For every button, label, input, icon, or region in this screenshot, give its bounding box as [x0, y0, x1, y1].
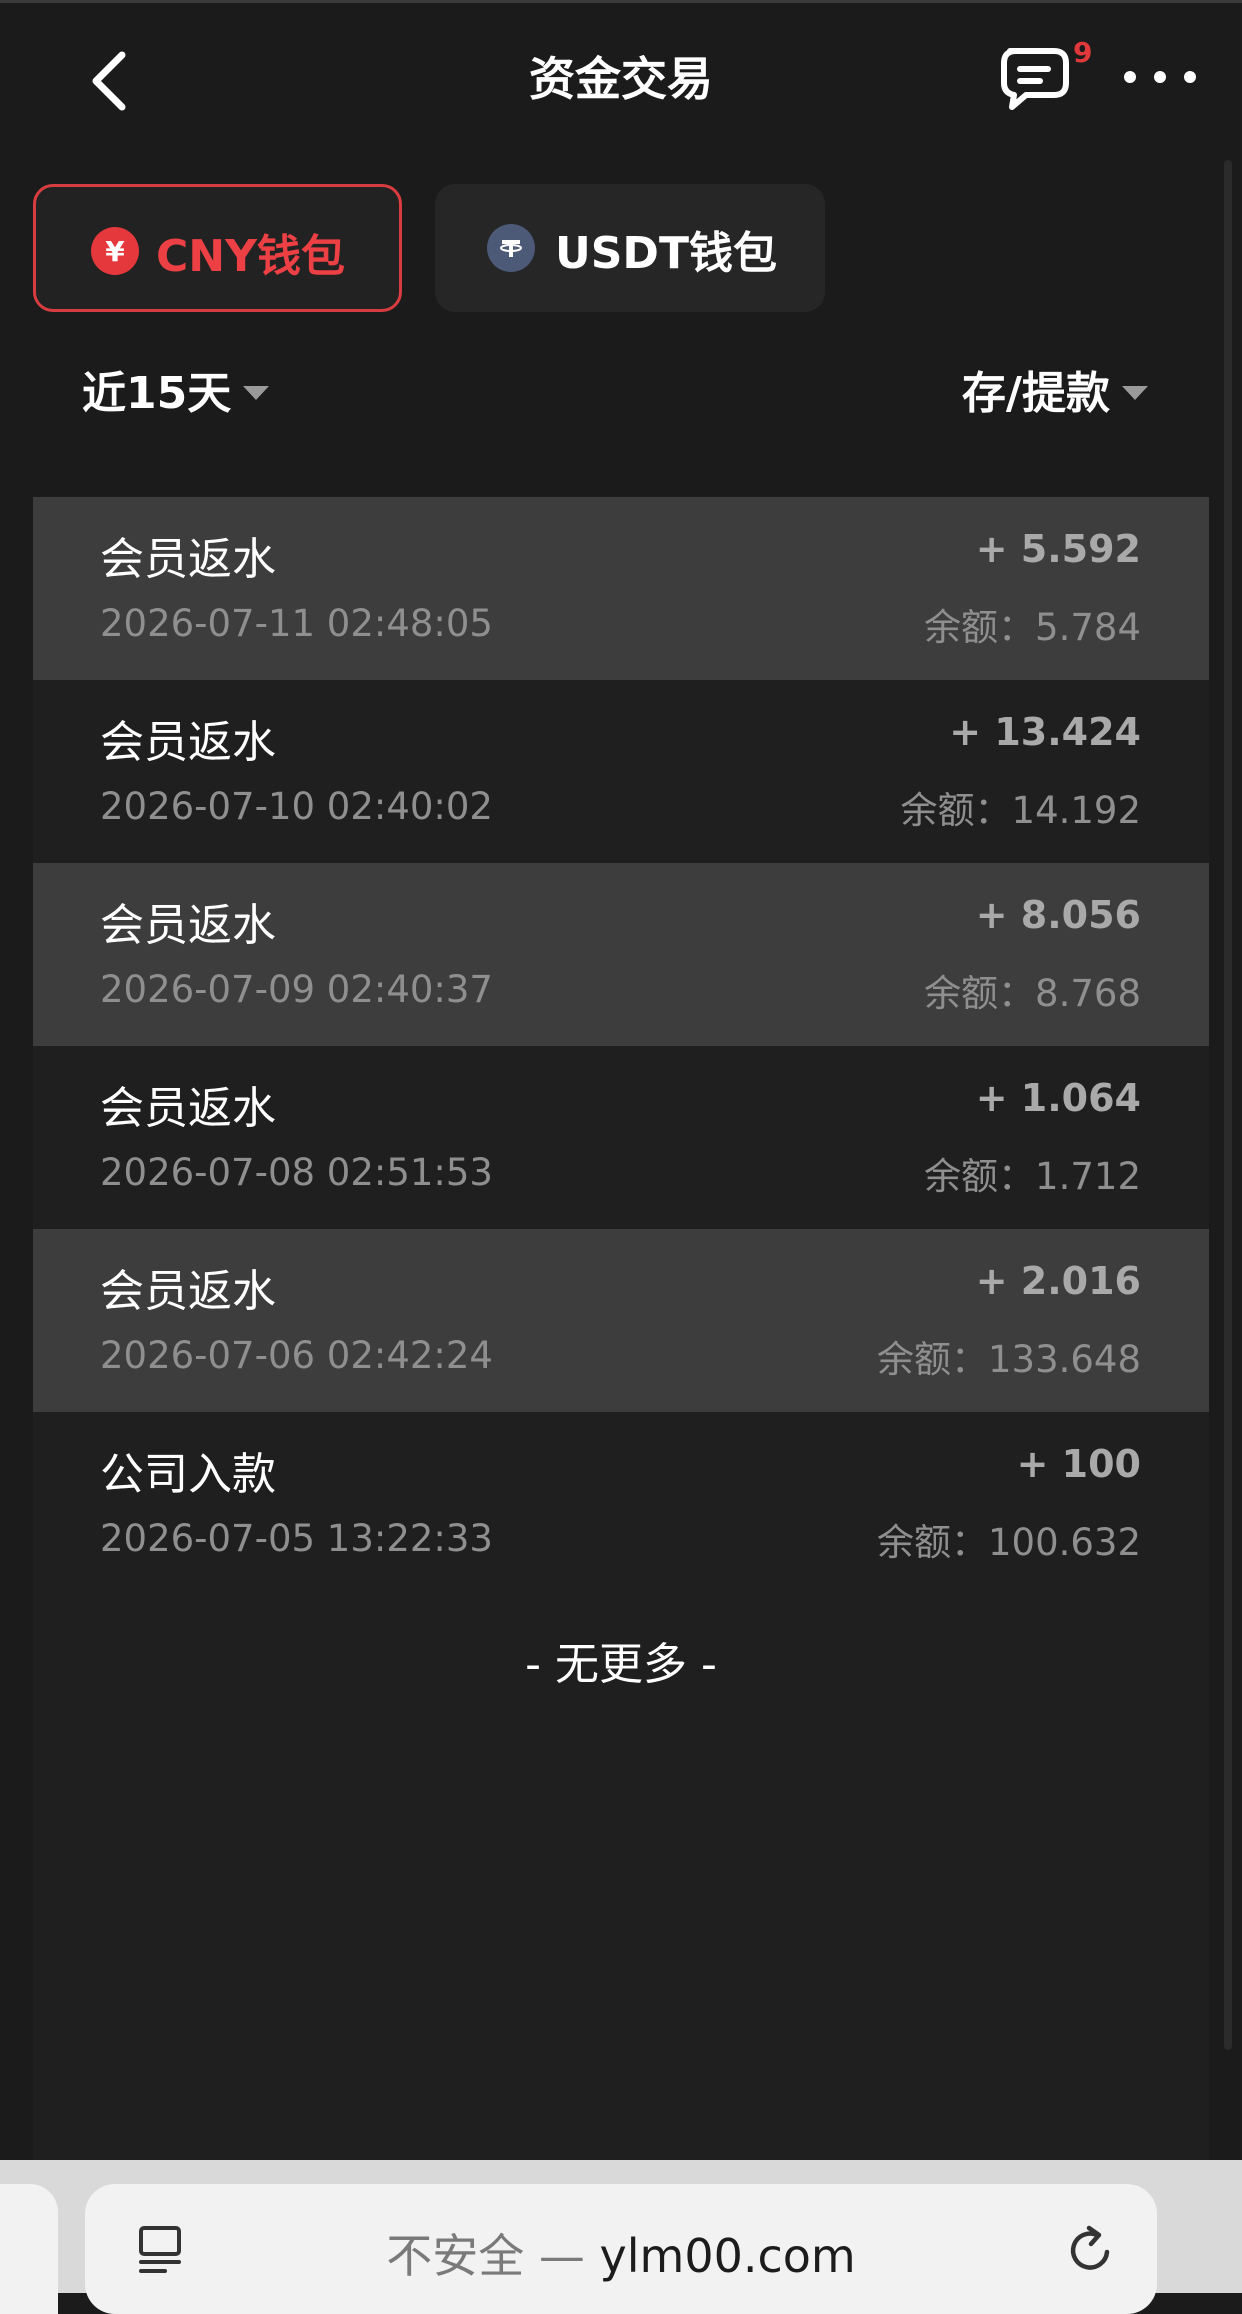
transaction-row[interactable]: 会员返水 2026-07-10 02:40:02 + 13.424 余额：14.…	[33, 680, 1209, 863]
transaction-balance: 余额：133.648	[876, 1338, 1141, 1381]
tether-coin-icon	[487, 224, 535, 272]
transaction-type-filter[interactable]: 存/提款	[962, 357, 1148, 421]
message-count-badge: 9	[1073, 36, 1093, 69]
transaction-time: 2026-07-06 02:42:24	[100, 1334, 493, 1377]
transaction-balance: 余额：100.632	[876, 1521, 1141, 1564]
header: 资金交易 9	[0, 3, 1242, 153]
insecure-label: 不安全	[386, 2229, 525, 2283]
caret-down-icon	[1122, 386, 1148, 400]
transaction-row[interactable]: 公司入款 2026-07-05 13:22:33 + 100 余额：100.63…	[33, 1412, 1209, 1595]
no-more-indicator: - 无更多 -	[525, 1639, 717, 1690]
transaction-time: 2026-07-09 02:40:37	[100, 968, 493, 1011]
transaction-amount: + 8.056	[975, 893, 1141, 937]
transaction-row[interactable]: 会员返水 2026-07-09 02:40:37 + 8.056 余额：8.76…	[33, 863, 1209, 1046]
url-separator: —	[524, 2229, 600, 2283]
date-range-filter[interactable]: 近15天	[82, 357, 270, 421]
transaction-amount: + 1.064	[975, 1076, 1141, 1120]
transaction-balance: 余额：5.784	[924, 606, 1141, 649]
transaction-name: 会员返水	[100, 900, 276, 951]
transaction-name: 会员返水	[100, 1266, 276, 1317]
tab-cny-wallet-label: CNY钱包	[156, 231, 345, 282]
transaction-row[interactable]: 会员返水 2026-07-11 02:48:05 + 5.592 余额：5.78…	[33, 497, 1209, 680]
address-bar[interactable]: 不安全 — ylm00.com	[85, 2184, 1157, 2314]
transaction-name: 公司入款	[100, 1449, 276, 1500]
transaction-balance: 余额：1.712	[924, 1155, 1141, 1198]
transaction-balance: 余额：14.192	[900, 789, 1141, 832]
transaction-name: 会员返水	[100, 1083, 276, 1134]
previous-tab-edge[interactable]	[0, 2184, 58, 2314]
date-range-label: 近15天	[82, 368, 232, 419]
url-text[interactable]: 不安全 — ylm00.com	[85, 2220, 1157, 2286]
transaction-row[interactable]: 会员返水 2026-07-06 02:42:24 + 2.016 余额：133.…	[33, 1229, 1209, 1412]
caret-down-icon	[243, 386, 270, 400]
transaction-amount: + 2.016	[975, 1259, 1141, 1303]
transaction-name: 会员返水	[100, 717, 276, 768]
scrollbar[interactable]	[1224, 160, 1232, 2050]
transaction-time: 2026-07-11 02:48:05	[100, 602, 493, 645]
transaction-row[interactable]: 会员返水 2026-07-08 02:51:53 + 1.064 余额：1.71…	[33, 1046, 1209, 1229]
transaction-amount: + 5.592	[975, 527, 1141, 571]
yen-coin-icon: ¥	[91, 227, 139, 275]
transaction-time: 2026-07-10 02:40:02	[100, 785, 493, 828]
browser-toolbar: 不安全 — ylm00.com	[0, 2160, 1242, 2314]
reload-icon[interactable]	[1063, 2222, 1119, 2278]
message-icon[interactable]	[996, 43, 1076, 113]
transaction-name: 会员返水	[100, 534, 276, 585]
transaction-time: 2026-07-08 02:51:53	[100, 1151, 493, 1194]
transaction-time: 2026-07-05 13:22:33	[100, 1517, 493, 1560]
tab-usdt-wallet[interactable]: USDT钱包	[435, 184, 825, 312]
transaction-balance: 余额：8.768	[924, 972, 1141, 1015]
transaction-type-label: 存/提款	[961, 368, 1110, 419]
more-menu-icon[interactable]	[1120, 55, 1200, 105]
transaction-amount: + 100	[1016, 1442, 1141, 1486]
transaction-amount: + 13.424	[949, 710, 1141, 754]
tab-usdt-wallet-label: USDT钱包	[555, 228, 777, 279]
url-domain: ylm00.com	[599, 2229, 856, 2283]
tab-cny-wallet[interactable]: ¥ CNY钱包	[33, 184, 402, 312]
